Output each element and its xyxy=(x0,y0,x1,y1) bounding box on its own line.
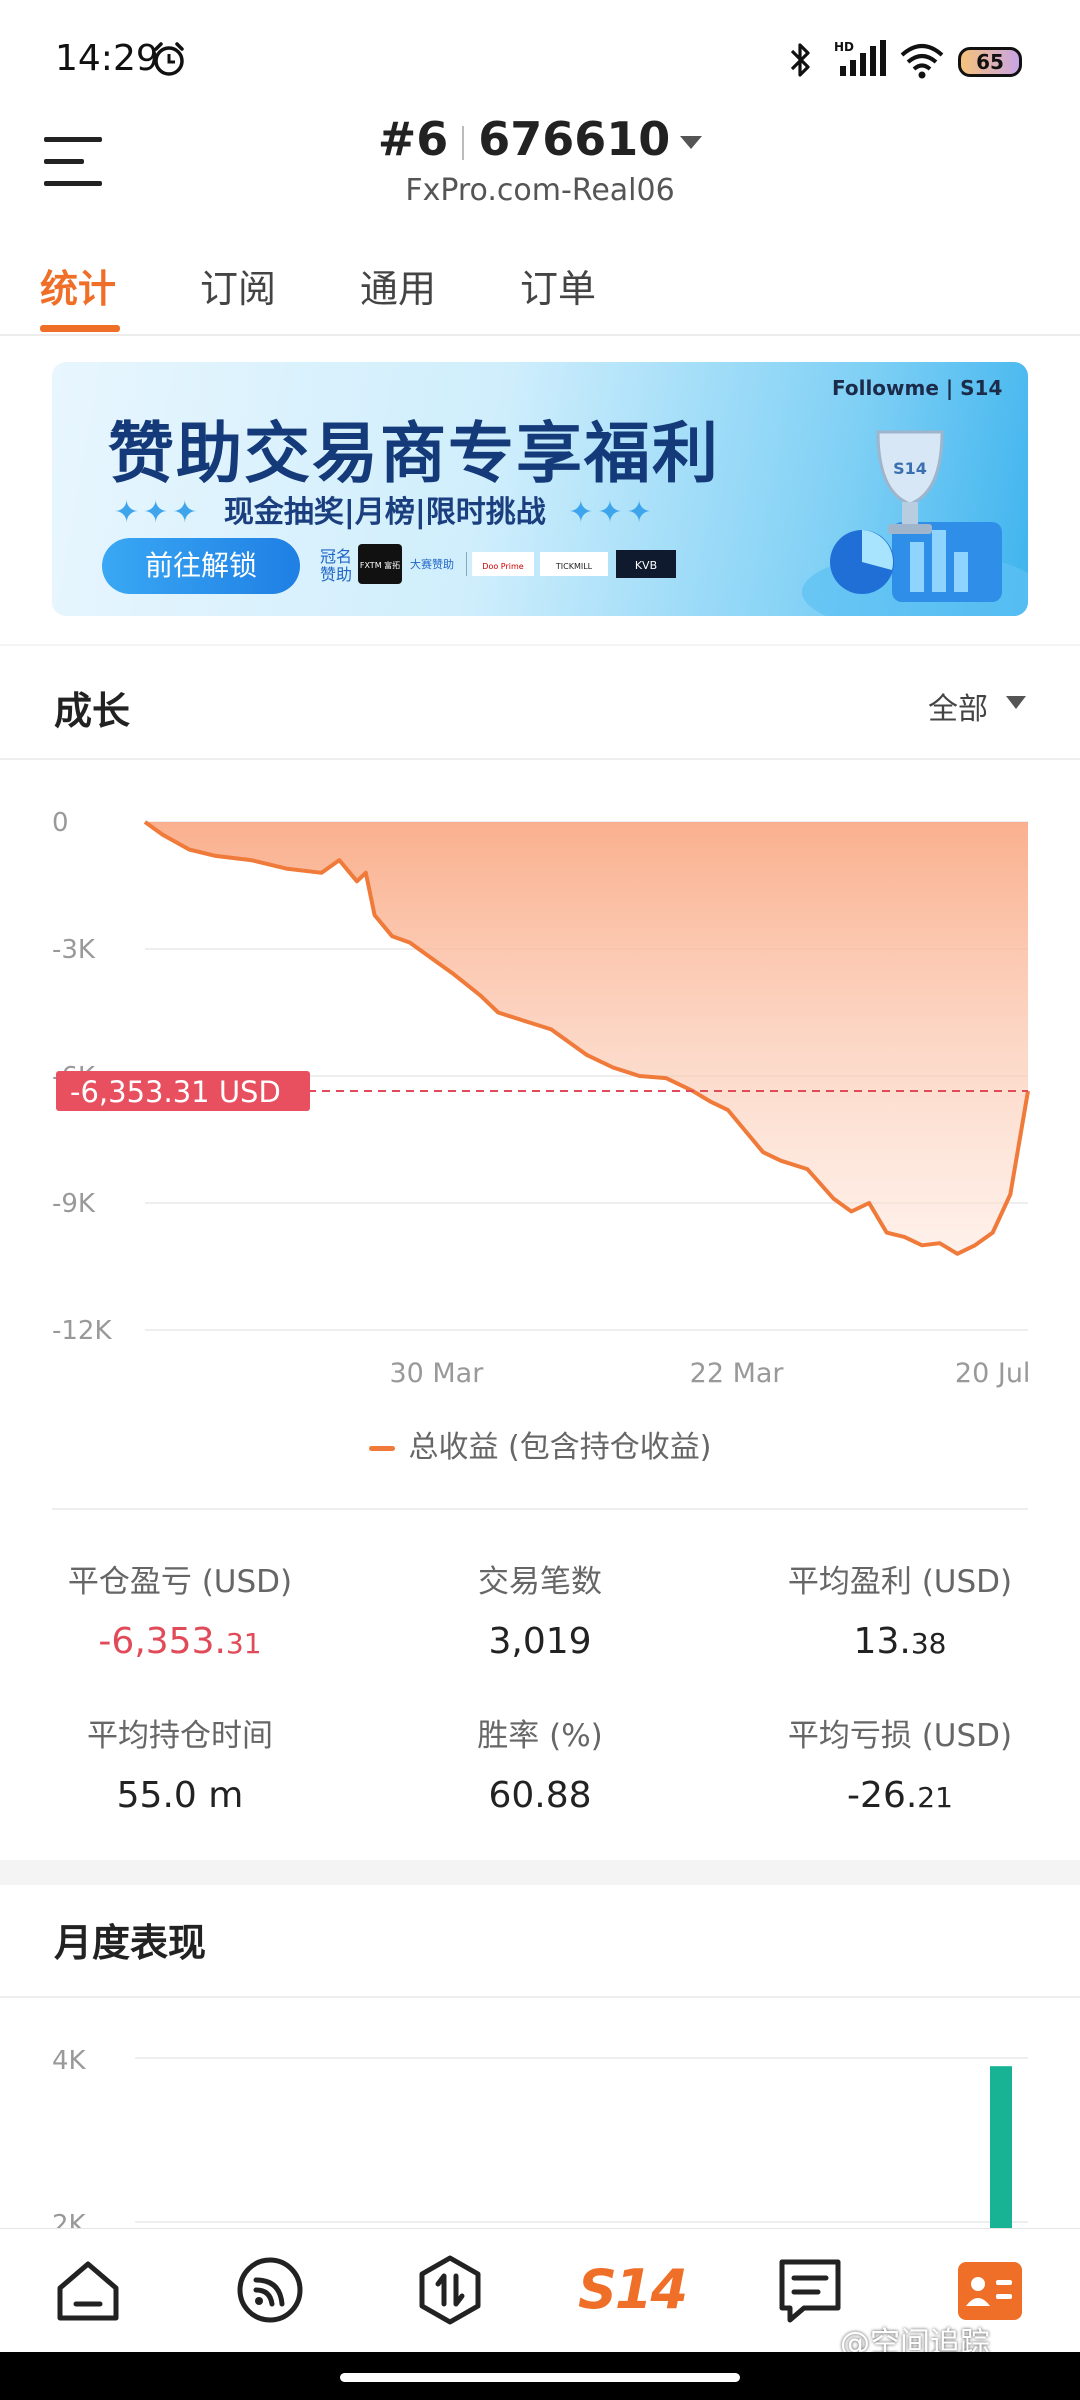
banner-title: 赞助交易商专享福利 xyxy=(108,414,720,492)
sponsor-label-line2: 赞助 xyxy=(320,565,353,584)
home-icon[interactable] xyxy=(52,2254,124,2326)
account-server: FxPro.com-Real06 xyxy=(405,173,675,208)
hd-label: HD xyxy=(834,40,854,54)
promo-banner[interactable]: 赞助交易商专享福利 ✦✦✦ 现金抽奖|月榜|限时挑战 ✦✦✦ 前往解锁 冠名 赞… xyxy=(52,362,1028,616)
stat-label: 交易笔数 xyxy=(478,1564,602,1600)
sparkle-icon: ✦✦✦ xyxy=(114,495,202,530)
unlock-button[interactable]: 前往解锁 xyxy=(102,538,300,594)
trophy-illustration: S14 xyxy=(802,430,1028,616)
tab-general[interactable]: 通用 xyxy=(360,258,436,313)
banner-brand: Followme | S14 xyxy=(832,376,1003,400)
divider xyxy=(0,1996,1080,1998)
account-selector[interactable]: #6 676610 xyxy=(300,112,780,166)
wifi-icon xyxy=(900,44,944,79)
current-value-label: -6,353.31 USD xyxy=(70,1075,281,1109)
profile-icon[interactable] xyxy=(954,2254,1026,2326)
x-tick-label: 30 Mar xyxy=(389,1358,484,1389)
stat-value: 55.0 m xyxy=(116,1775,244,1816)
bluetooth-icon xyxy=(790,43,810,77)
home-indicator[interactable] xyxy=(340,2373,740,2382)
monthly-ytick: 2K xyxy=(52,2210,87,2230)
sponsor-label-line1: 冠名 xyxy=(320,547,353,566)
sponsor-label: 冠名 赞助 xyxy=(320,548,352,584)
stat-label: 平均盈利 (USD) xyxy=(787,1564,1013,1600)
account-number: 676610 xyxy=(478,112,671,166)
monthly-bar xyxy=(990,2066,1012,2230)
stat-avg-profit: 平均盈利 (USD) 13.38 xyxy=(730,1556,1070,1662)
monthly-ytick: 4K xyxy=(52,2046,87,2076)
battery-indicator: 65 xyxy=(958,47,1022,77)
sponsor-contest: 大赛赞助 xyxy=(410,557,454,571)
alarm-icon xyxy=(154,42,184,76)
stat-value: 60.88 xyxy=(488,1775,592,1816)
x-tick-label: 20 Jul xyxy=(955,1358,1031,1389)
feed-icon[interactable] xyxy=(234,2254,306,2326)
stat-trade-count: 交易笔数 3,019 xyxy=(370,1556,710,1662)
legend-label: 总收益 (包含持仓收益) xyxy=(408,1430,712,1465)
tab-statistics[interactable]: 统计 xyxy=(40,258,116,313)
banner-subtitle: ✦✦✦ 现金抽奖|月榜|限时挑战 ✦✦✦ xyxy=(114,487,656,531)
stat-value: 13.38 xyxy=(853,1621,947,1662)
growth-area xyxy=(145,822,1028,1254)
stat-value: -26.21 xyxy=(847,1775,953,1816)
y-tick-label: -12K xyxy=(52,1316,112,1346)
monthly-title: 月度表现 xyxy=(54,1921,207,1965)
menu-icon[interactable] xyxy=(44,135,102,187)
chart-legend: 总收益 (包含持仓收益) xyxy=(0,1422,1080,1466)
status-time: 14:29 xyxy=(55,38,159,79)
tab-active-indicator xyxy=(40,325,120,332)
account-prefix: #6 xyxy=(377,112,449,166)
s14-tab[interactable]: S14 xyxy=(578,2258,688,2330)
sparkle-icon: ✦✦✦ xyxy=(568,495,656,530)
chevron-down-icon xyxy=(680,136,703,149)
signal-icon: HD xyxy=(834,40,886,76)
stat-win-rate: 胜率 (%) 60.88 xyxy=(370,1710,710,1816)
trade-icon[interactable] xyxy=(414,2254,486,2326)
stat-label: 平均持仓时间 xyxy=(87,1718,273,1754)
growth-title: 成长 xyxy=(54,689,131,733)
y-tick-label: -3K xyxy=(52,935,96,965)
range-dropdown[interactable]: 全部 xyxy=(928,684,988,728)
messages-icon[interactable] xyxy=(774,2254,846,2326)
divider xyxy=(52,1508,1028,1510)
y-tick-label: -9K xyxy=(52,1189,96,1219)
growth-chart: 0-3K-6K-9K-12K -6,353.31 USD 30 Mar22 Ma… xyxy=(52,808,1031,1389)
stat-label: 胜率 (%) xyxy=(477,1718,603,1754)
stat-label: 平均亏损 (USD) xyxy=(787,1718,1013,1754)
stat-value: 3,019 xyxy=(488,1621,592,1662)
banner-subtitle-text: 现金抽奖|月榜|限时挑战 xyxy=(223,495,546,530)
stat-value: -6,353.31 xyxy=(98,1621,262,1662)
stat-closed-pnl: 平仓盈亏 (USD) -6,353.31 xyxy=(10,1556,350,1662)
sponsor-fxtm: FXTM 富拓 xyxy=(360,560,400,570)
sponsor-logos: FXTM 富拓 大赛赞助 Doo Prime TICKMILL KVB xyxy=(358,544,676,584)
tab-subscriptions[interactable]: 订阅 xyxy=(200,258,276,313)
sponsor-dooprime: Doo Prime xyxy=(482,562,523,571)
stat-avg-hold-time: 平均持仓时间 55.0 m xyxy=(10,1710,350,1816)
stat-label: 平仓盈亏 (USD) xyxy=(67,1564,293,1600)
tab-bar: 统计 订阅 通用 订单 xyxy=(0,230,1080,336)
title-separator xyxy=(462,125,465,160)
chevron-down-icon[interactable] xyxy=(1006,696,1026,709)
stat-avg-loss: 平均亏损 (USD) -26.21 xyxy=(730,1710,1070,1816)
y-tick-label: 0 xyxy=(52,808,69,838)
sponsor-tickmill: TICKMILL xyxy=(555,562,593,571)
tab-orders[interactable]: 订单 xyxy=(520,258,596,313)
sponsor-kvb: KVB xyxy=(635,559,657,572)
x-tick-label: 22 Mar xyxy=(690,1358,785,1389)
svg-text:S14: S14 xyxy=(893,459,927,478)
monthly-chart: 4K 2K xyxy=(52,2046,1028,2230)
legend-swatch xyxy=(368,1446,395,1451)
